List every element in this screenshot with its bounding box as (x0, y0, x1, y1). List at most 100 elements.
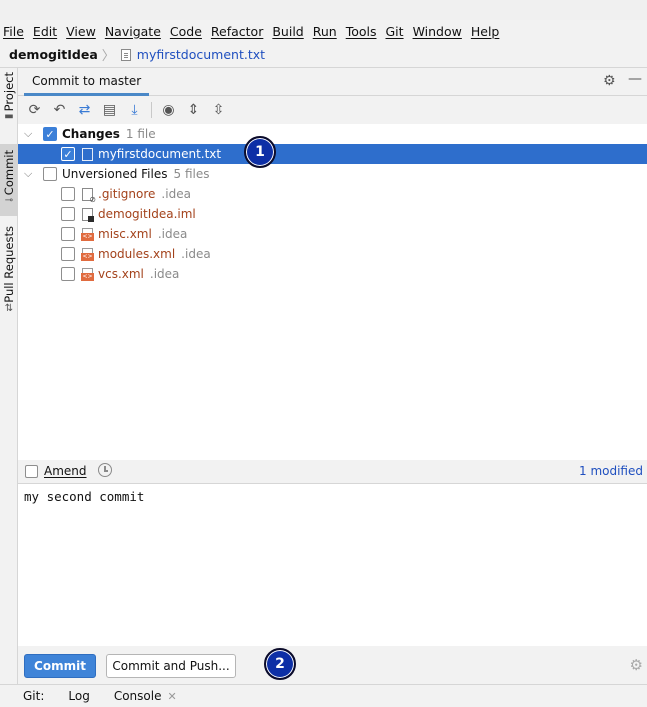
list-item[interactable]: demogitIdea.iml (18, 204, 647, 224)
rollback-icon[interactable]: ↶ (49, 100, 70, 120)
shelve-icon[interactable]: ▤ (99, 100, 120, 120)
bottom-tool-bar: Git: Log Console ✕ (0, 684, 647, 707)
changes-group-title: Changes (62, 127, 120, 141)
menu-tools[interactable]: Tools (346, 24, 377, 39)
list-item[interactable]: misc.xml .idea (18, 224, 647, 244)
menu-build[interactable]: Build (272, 24, 303, 39)
xml-file-icon (81, 267, 94, 281)
chevron-down-icon[interactable]: ⌵ (24, 167, 32, 181)
breadcrumb-file[interactable]: myfirstdocument.txt (137, 47, 265, 62)
menu-help[interactable]: Help (471, 24, 500, 39)
file-checkbox[interactable]: ✓ (61, 147, 75, 161)
menu-edit[interactable]: Edit (33, 24, 57, 39)
file-checkbox[interactable] (61, 207, 75, 221)
tab-log[interactable]: Log (68, 689, 89, 703)
folder-icon: ▬ (4, 111, 14, 123)
changes-group-row[interactable]: ⌵ ✓ Changes 1 file (18, 124, 647, 144)
stripe-commit-label: Commit (2, 150, 16, 196)
navigation-bar: demogitIdea 〉 myfirstdocument.txt (0, 42, 647, 68)
expand-all-icon[interactable]: ⇕ (183, 100, 204, 120)
text-file-icon (82, 147, 93, 161)
gear-icon[interactable]: ⚙ (603, 73, 616, 89)
changes-group-label: Changes 1 file (62, 127, 156, 141)
xml-file-icon (81, 247, 94, 261)
menu-view[interactable]: View (66, 24, 96, 39)
list-item[interactable]: .gitignore .idea (18, 184, 647, 204)
clock-icon[interactable] (98, 463, 112, 477)
menu-bar: File Edit View Navigate Code Refactor Bu… (0, 20, 647, 42)
amend-label[interactable]: Amend (44, 464, 87, 478)
file-name: modules.xml (98, 247, 176, 261)
menu-navigate[interactable]: Navigate (105, 24, 161, 39)
file-name: misc.xml (98, 227, 152, 241)
changes-group-count: 1 file (125, 127, 156, 141)
modified-count-link[interactable]: 1 modified (579, 464, 643, 478)
file-path: .idea (157, 227, 188, 241)
file-path: .idea (161, 187, 191, 201)
callout-badge-1: 1 (244, 136, 276, 168)
breadcrumb-separator-icon: 〉 (101, 49, 115, 64)
collapse-all-icon[interactable]: ⇳ (208, 100, 229, 120)
menu-code[interactable]: Code (170, 24, 202, 39)
chevron-down-icon[interactable]: ⌵ (24, 127, 32, 141)
stripe-project-label: Project (2, 72, 16, 112)
list-item[interactable]: modules.xml .idea (18, 244, 647, 264)
eye-icon[interactable]: ◉ (158, 100, 179, 120)
toolbar-separator (151, 102, 152, 118)
window-title-bar (0, 0, 647, 20)
menu-window[interactable]: Window (413, 24, 462, 39)
commit-toolbar: ⟳ ↶ ⇄ ▤ ⤓ ◉ ⇕ ⇳ (18, 96, 647, 124)
unversioned-group-count: 5 files (173, 167, 210, 181)
tab-commit-to-master[interactable]: Commit to master (24, 68, 150, 96)
list-item[interactable]: vcs.xml .idea (18, 264, 647, 284)
changed-file-name: myfirstdocument.txt (98, 147, 222, 161)
file-checkbox[interactable] (61, 267, 75, 281)
commit-button[interactable]: Commit (24, 654, 96, 678)
breadcrumb-project[interactable]: demogitIdea (9, 47, 98, 62)
commit-tool-window: Commit to master ⚙ — ⟳ ↶ ⇄ ▤ ⤓ ◉ ⇕ ⇳ ⌵ ✓… (18, 68, 647, 684)
file-path: .idea (149, 267, 180, 281)
file-checkbox[interactable] (61, 227, 75, 241)
text-file-icon (120, 48, 131, 61)
tool-window-header: Commit to master ⚙ — (18, 68, 647, 96)
menu-git[interactable]: Git (386, 24, 404, 39)
amend-checkbox[interactable] (25, 465, 38, 478)
file-name: .gitignore (98, 187, 156, 201)
menu-file[interactable]: File (3, 24, 24, 39)
update-icon[interactable]: ⤓ (124, 100, 145, 120)
commit-message-field[interactable]: my second commit (18, 484, 647, 646)
menu-refactor[interactable]: Refactor (211, 24, 263, 39)
stripe-commit-button[interactable]: Commit ⊸ (0, 144, 18, 216)
refresh-icon[interactable]: ⟳ (24, 100, 45, 120)
xml-file-icon (81, 227, 94, 241)
pull-request-icon: ⇅ (4, 302, 14, 314)
file-checkbox[interactable] (61, 247, 75, 261)
table-row[interactable]: ✓ myfirstdocument.txt (18, 144, 647, 164)
commit-action-bar: Commit Commit and Push... 2 ⚙ (18, 646, 647, 684)
unversioned-group-checkbox[interactable] (43, 167, 57, 181)
file-name: demogitIdea.iml (98, 207, 196, 221)
gear-icon[interactable]: ⚙ (630, 656, 643, 674)
file-checkbox[interactable] (61, 187, 75, 201)
file-path: .idea (181, 247, 211, 261)
commit-and-push-button[interactable]: Commit and Push... (106, 654, 236, 678)
unversioned-file: misc.xml .idea (98, 227, 187, 241)
changes-group-checkbox[interactable]: ✓ (43, 127, 57, 141)
left-tool-stripe: Project ▬ Commit ⊸ Pull Requests ⇅ (0, 68, 18, 684)
commit-icon: ⊸ (4, 195, 14, 207)
stripe-pull-requests-button[interactable]: Pull Requests ⇅ (0, 226, 18, 314)
stripe-project-button[interactable]: Project ▬ (0, 72, 18, 130)
close-icon[interactable]: ✕ (167, 690, 176, 703)
stripe-pull-requests-label: Pull Requests (2, 226, 16, 303)
diff-icon[interactable]: ⇄ (74, 100, 95, 120)
tab-console[interactable]: Console ✕ (114, 689, 177, 703)
tab-console-label: Console (113, 689, 162, 703)
menu-run[interactable]: Run (313, 24, 337, 39)
amend-bar: Amend 1 modified (18, 460, 647, 484)
iml-file-icon (82, 207, 94, 222)
unversioned-group-title: Unversioned Files (62, 167, 168, 181)
unversioned-group-row[interactable]: ⌵ Unversioned Files 5 files (18, 164, 647, 184)
minimize-icon[interactable]: — (628, 71, 642, 87)
file-name: vcs.xml (98, 267, 144, 281)
unversioned-file: .gitignore .idea (98, 187, 191, 201)
